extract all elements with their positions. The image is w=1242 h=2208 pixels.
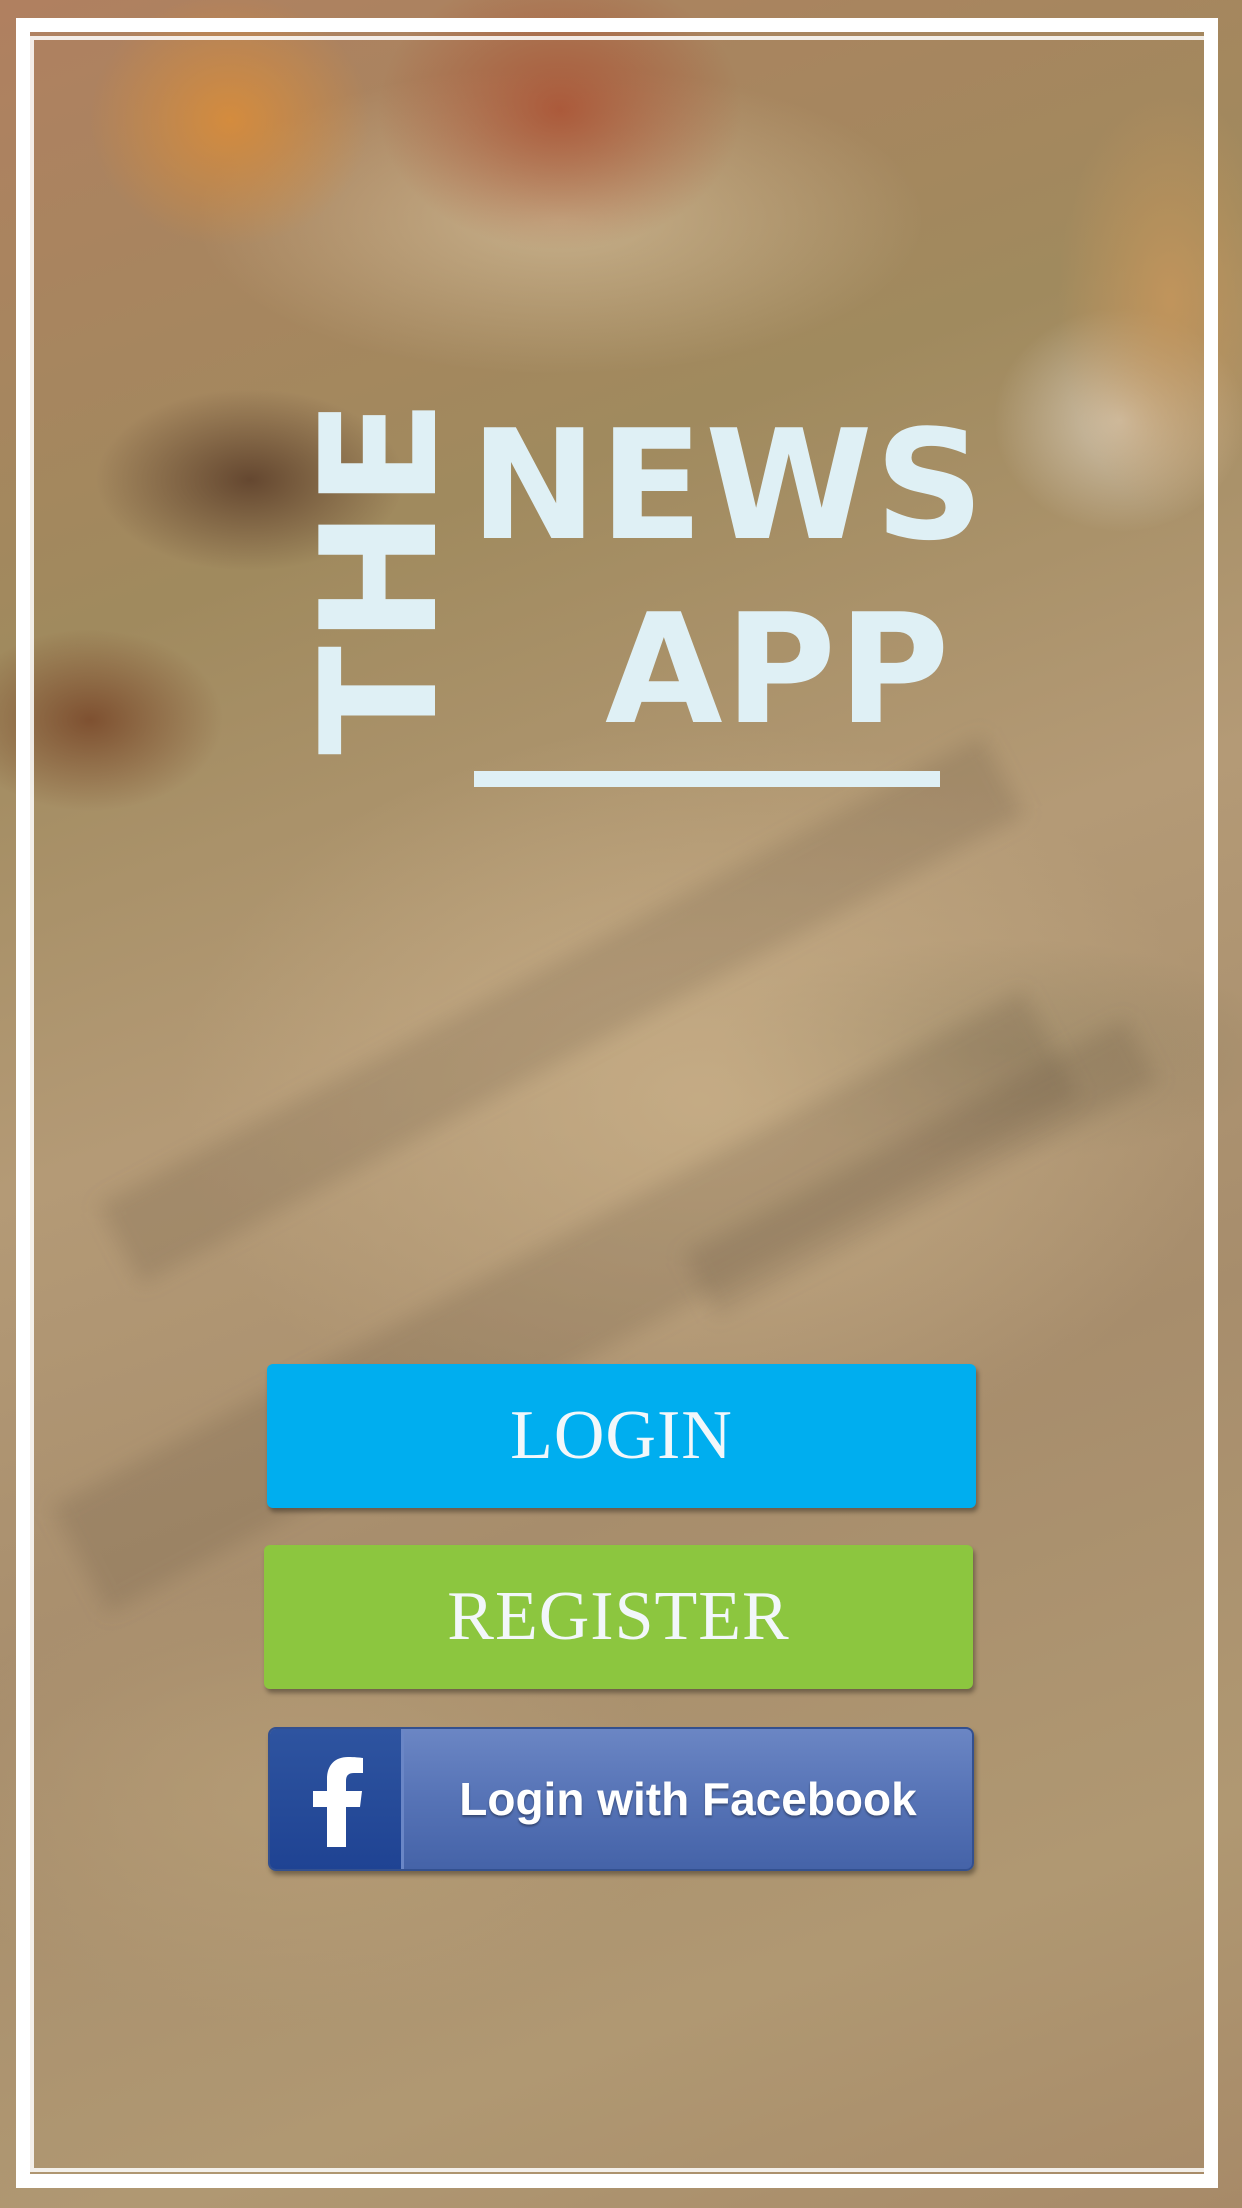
facebook-login-button[interactable]: Login with Facebook [268, 1727, 974, 1871]
app-logo: THE NEWS APP [0, 0, 1242, 900]
logo-underline [474, 771, 940, 787]
logo-the-text: THE [286, 396, 473, 755]
facebook-icon-box [270, 1729, 404, 1869]
facebook-f-icon [313, 1757, 363, 1847]
login-button[interactable]: LOGIN [267, 1364, 976, 1508]
logo-app-text: APP [605, 581, 952, 758]
register-button-label: REGISTER [447, 1578, 790, 1655]
facebook-login-label: Login with Facebook [459, 1773, 917, 1825]
register-button[interactable]: REGISTER [264, 1545, 973, 1689]
login-button-label: LOGIN [510, 1397, 733, 1474]
logo-news-text: NEWS [470, 397, 987, 574]
